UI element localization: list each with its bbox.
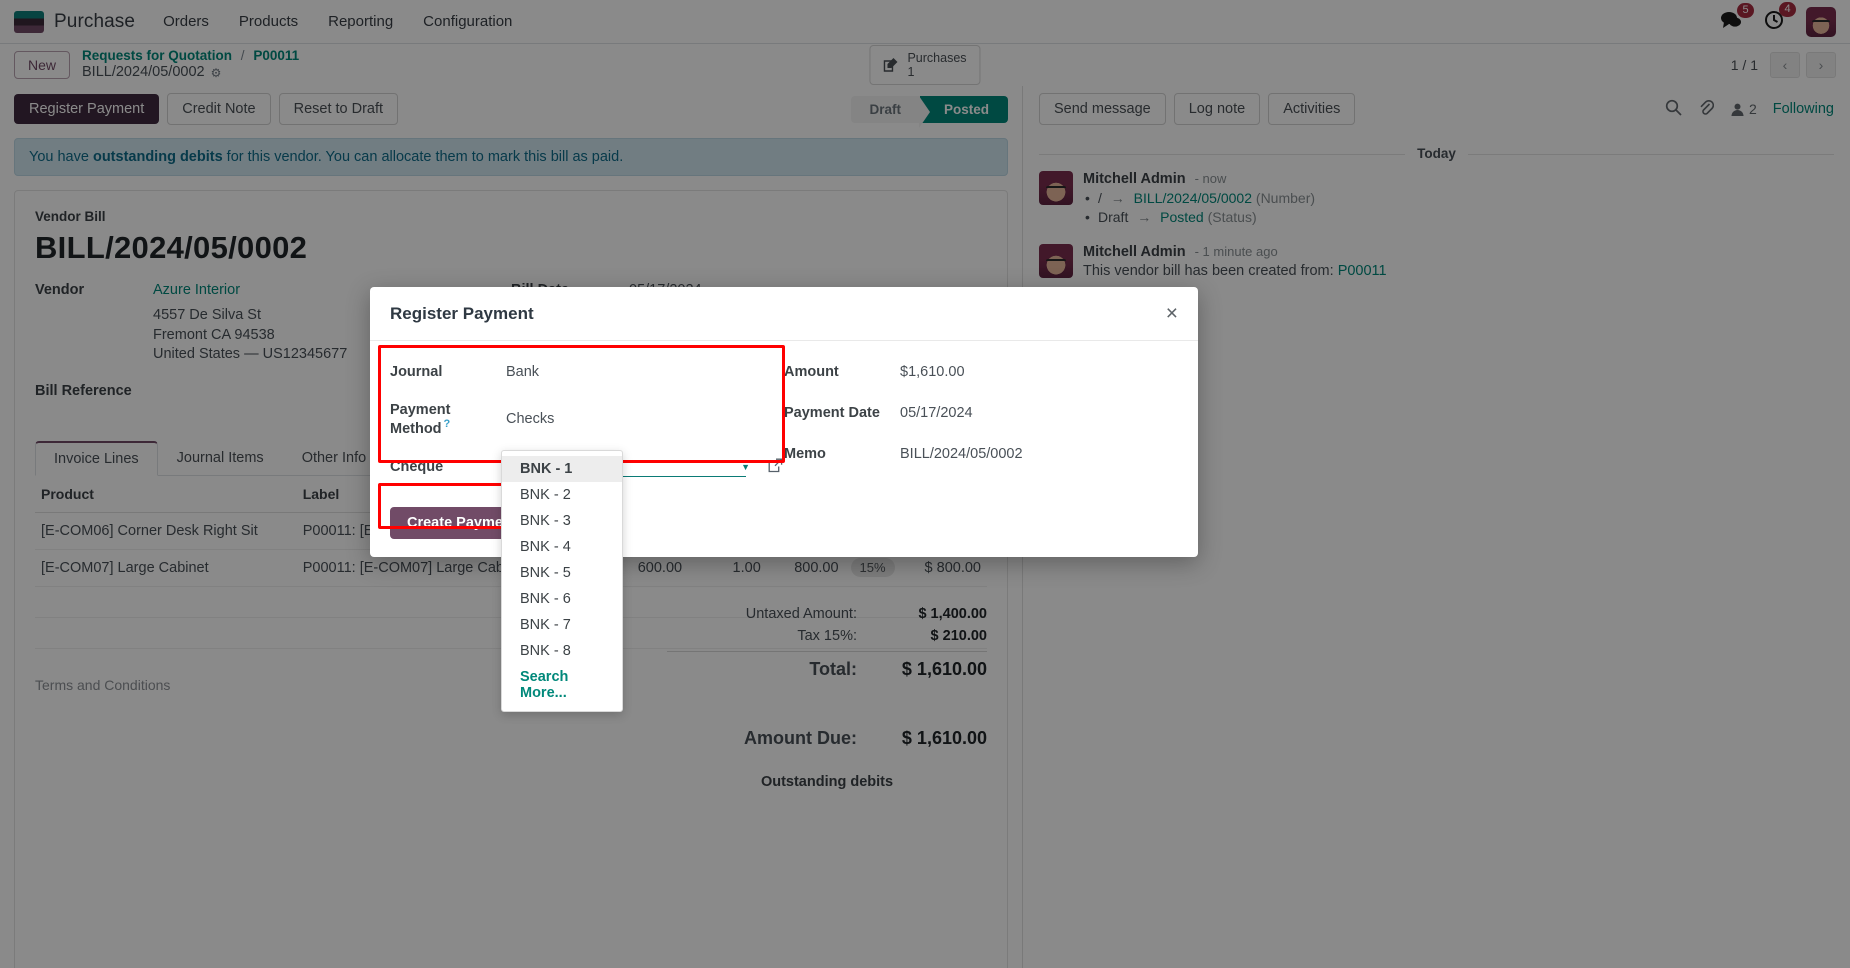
journal-value[interactable]: Bank <box>506 364 539 380</box>
internal-link-icon[interactable] <box>768 458 783 476</box>
dropdown-search-more[interactable]: Search More... <box>502 664 622 706</box>
dropdown-option-bnk-4[interactable]: BNK - 4 <box>502 534 622 560</box>
payment-method-label-text: Payment Method <box>390 402 451 437</box>
payment-date-value[interactable]: 05/17/2024 <box>900 405 973 421</box>
amount-value[interactable]: $1,610.00 <box>900 364 965 380</box>
amount-label: Amount <box>784 364 839 380</box>
dropdown-option-bnk-7[interactable]: BNK - 7 <box>502 612 622 638</box>
help-question-icon[interactable]: ? <box>444 418 451 430</box>
payment-date-row: Payment Date 05/17/2024 <box>784 402 1178 424</box>
register-payment-dialog: Register Payment × Journal Bank Payment … <box>370 287 1198 557</box>
cheque-dropdown-menu: BNK - 1 BNK - 2 BNK - 3 BNK - 4 BNK - 5 … <box>501 450 623 712</box>
dialog-header: Register Payment × <box>370 287 1198 341</box>
journal-label: Journal <box>390 364 443 380</box>
journal-row: Journal Bank <box>390 361 784 383</box>
memo-value[interactable]: BILL/2024/05/0002 <box>900 446 1023 462</box>
payment-method-label: Payment Method? <box>390 402 506 437</box>
dialog-title: Register Payment <box>390 303 534 323</box>
dropdown-option-bnk-1[interactable]: BNK - 1 <box>502 456 622 482</box>
cheque-label: Cheque <box>390 458 444 475</box>
payment-method-value[interactable]: Checks <box>506 411 554 427</box>
amount-row: Amount $1,610.00 <box>784 361 1178 383</box>
dialog-footer: Create Payment <box>370 506 1198 557</box>
dialog-right-column: Amount $1,610.00 Payment Date 05/17/2024… <box>784 361 1178 497</box>
dialog-body: Journal Bank Payment Method? Checks Cheq… <box>370 341 1198 507</box>
dropdown-option-bnk-8[interactable]: BNK - 8 <box>502 638 622 664</box>
dropdown-option-bnk-6[interactable]: BNK - 6 <box>502 586 622 612</box>
payment-date-label: Payment Date <box>784 405 880 421</box>
payment-method-row: Payment Method? Checks <box>390 402 784 437</box>
dropdown-option-bnk-5[interactable]: BNK - 5 <box>502 560 622 586</box>
chevron-down-icon[interactable]: ▼ <box>741 462 750 472</box>
dropdown-option-bnk-2[interactable]: BNK - 2 <box>502 482 622 508</box>
dropdown-option-bnk-3[interactable]: BNK - 3 <box>502 508 622 534</box>
close-icon[interactable]: × <box>1166 303 1178 324</box>
memo-label: Memo <box>784 446 826 462</box>
memo-row: Memo BILL/2024/05/0002 <box>784 443 1178 465</box>
